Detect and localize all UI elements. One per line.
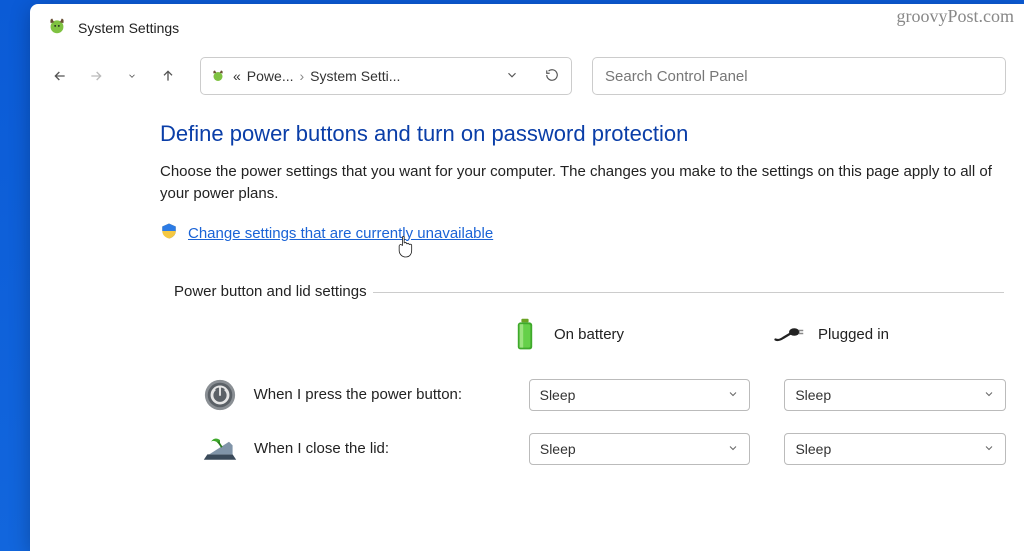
- address-dropdown[interactable]: [505, 68, 519, 85]
- battery-icon: [510, 315, 540, 355]
- uac-shield-icon: [160, 221, 178, 246]
- col-header-battery-label: On battery: [554, 326, 624, 343]
- content: Define power buttons and turn on passwor…: [30, 111, 1024, 467]
- address-bar[interactable]: « Powe... › System Setti...: [200, 57, 572, 95]
- close-lid-plugged-select[interactable]: Sleep: [784, 433, 1006, 465]
- window-title: System Settings: [78, 20, 179, 36]
- col-header-plugged: Plugged in: [774, 315, 889, 355]
- forward-button[interactable]: [82, 62, 110, 90]
- chevron-down-icon: [983, 441, 995, 457]
- chevron-down-icon: [983, 387, 995, 403]
- power-button-battery-select[interactable]: Sleep: [529, 379, 751, 411]
- close-lid-battery-select[interactable]: Sleep: [529, 433, 751, 465]
- admin-link-row: Change settings that are currently unava…: [160, 221, 1024, 246]
- back-button[interactable]: [46, 62, 74, 90]
- page-heading: Define power buttons and turn on passwor…: [160, 121, 1024, 147]
- row-power-button-label: When I press the power button:: [254, 386, 513, 403]
- refresh-button[interactable]: [545, 68, 559, 85]
- watermark: groovyPost.com: [896, 6, 1014, 27]
- close-lid-battery-value: Sleep: [540, 441, 576, 457]
- chevron-down-icon: [727, 441, 739, 457]
- page-description: Choose the power settings that you want …: [160, 161, 1024, 205]
- close-lid-plugged-value: Sleep: [795, 441, 831, 457]
- search-box[interactable]: [592, 57, 1006, 95]
- app-icon: [46, 14, 68, 41]
- history-dropdown[interactable]: [118, 62, 146, 90]
- power-button-battery-value: Sleep: [540, 387, 576, 403]
- search-input[interactable]: [605, 68, 993, 85]
- breadcrumb-item-system-settings[interactable]: System Setti...: [310, 68, 400, 84]
- row-close-lid-label: When I close the lid:: [254, 440, 513, 457]
- breadcrumb-item-power[interactable]: Powe...: [247, 68, 294, 84]
- section-label: Power button and lid settings: [174, 283, 373, 300]
- col-header-battery: On battery: [510, 315, 624, 355]
- chevron-down-icon: [727, 387, 739, 403]
- toolbar: « Powe... › System Setti...: [30, 51, 1024, 111]
- up-button[interactable]: [154, 62, 182, 90]
- laptop-lid-icon: [202, 431, 238, 467]
- power-button-plugged-select[interactable]: Sleep: [784, 379, 1006, 411]
- breadcrumb-prefix: «: [233, 68, 241, 84]
- plug-icon: [774, 315, 804, 355]
- column-headers: On battery Plugged in: [510, 315, 1024, 355]
- chevron-right-icon: ›: [300, 68, 305, 84]
- address-icon: [209, 66, 227, 87]
- power-button-plugged-value: Sleep: [795, 387, 831, 403]
- power-button-icon: [202, 377, 238, 413]
- col-header-plugged-label: Plugged in: [818, 326, 889, 343]
- window: System Settings « Powe... › System Setti…: [30, 4, 1024, 551]
- titlebar: System Settings: [30, 4, 1024, 51]
- row-close-lid: When I close the lid: Sleep Sleep: [202, 431, 1024, 467]
- pointer-cursor-icon: [395, 235, 415, 264]
- row-power-button: When I press the power button: Sleep Sle…: [202, 377, 1024, 413]
- change-unavailable-settings-link[interactable]: Change settings that are currently unava…: [188, 225, 493, 242]
